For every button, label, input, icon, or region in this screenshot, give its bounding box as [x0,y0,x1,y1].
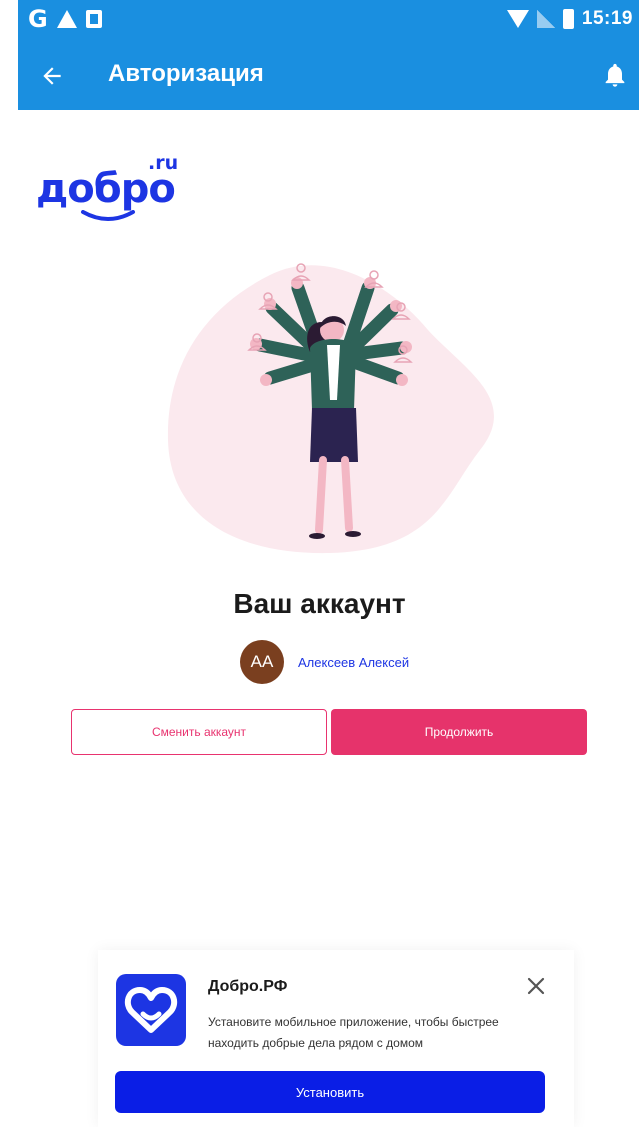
arrow-left-icon [43,67,61,85]
app-install-banner: Добро.РФ Установите мобильное приложение… [98,950,574,1127]
wifi-icon [506,10,529,28]
bell-icon [605,63,625,87]
notifications-button[interactable] [601,60,631,92]
install-button[interactable]: Установить [115,1071,545,1113]
dobro-logo: добро .ru [36,152,186,221]
banner-close-button[interactable] [522,972,550,1000]
app-bar: Авторизация [18,40,639,110]
status-time: 15:19 [581,8,633,29]
account-heading: Ваш аккаунт [233,588,406,619]
warning-icon [56,10,77,28]
banner-description: Установите мобильное приложение, чтобы б… [208,1015,499,1050]
status-bar: G 15:19 [18,0,639,40]
banner-app-name: Добро.РФ [208,978,288,995]
woman-many-arms-illustration [167,263,494,554]
page-title: Авторизация [108,60,264,87]
back-button[interactable] [36,60,68,92]
status-right-icons: 15:19 [506,8,633,30]
close-icon [527,977,545,995]
smile-icon [81,210,135,221]
logo-suffix: .ru [148,152,179,174]
google-icon: G [28,5,48,33]
switch-account-button[interactable]: Сменить аккаунт [71,709,327,755]
avatar: АА [240,640,284,684]
status-left-icons: G [28,6,102,32]
notification-box-icon [85,10,102,28]
app-icon [116,974,186,1046]
heart-icon [124,987,178,1033]
continue-button[interactable]: Продолжить [331,709,587,755]
account-name: Алексеев Алексей [298,654,410,670]
account-row: АА Алексеев Алексей [240,640,409,684]
battery-icon [562,9,574,29]
signal-icon [536,10,555,28]
